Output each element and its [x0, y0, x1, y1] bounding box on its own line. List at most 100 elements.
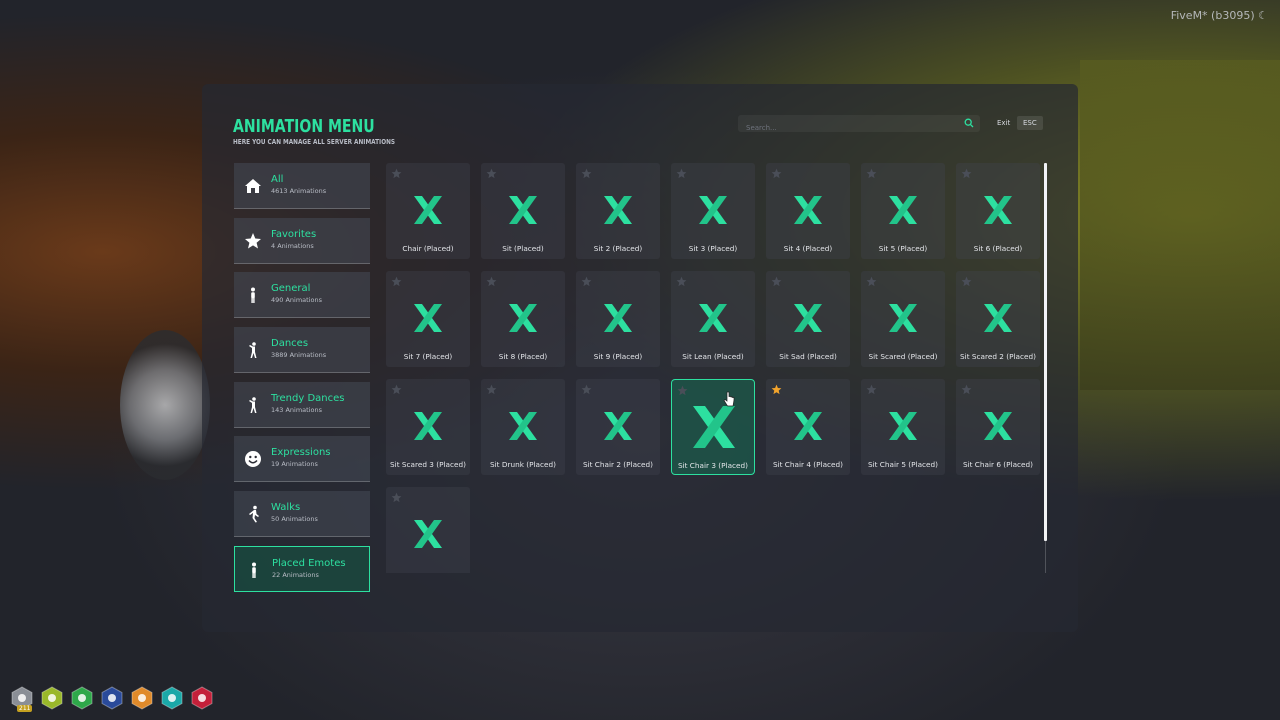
animation-card[interactable]: Sit Sad (Placed)	[766, 271, 850, 367]
placed-emote-x-icon	[509, 412, 537, 440]
animation-card[interactable]: Sit Chair 4 (Placed)	[766, 379, 850, 475]
favorite-star-icon[interactable]	[391, 168, 402, 179]
sidebar-item-count: 3889 Animations	[271, 351, 327, 360]
player-status-hud: 211	[10, 686, 214, 712]
animation-card[interactable]	[386, 487, 470, 573]
animation-card[interactable]: Sit Scared (Placed)	[861, 271, 945, 367]
animation-card[interactable]: Sit Chair 2 (Placed)	[576, 379, 660, 475]
animation-card[interactable]: Sit 3 (Placed)	[671, 163, 755, 259]
favorite-star-icon[interactable]	[391, 492, 402, 503]
favorite-star-icon[interactable]	[866, 168, 877, 179]
home-icon	[244, 177, 262, 195]
favorite-star-icon[interactable]	[961, 168, 972, 179]
animation-card[interactable]: Sit (Placed)	[481, 163, 565, 259]
animation-card[interactable]: Sit Lean (Placed)	[671, 271, 755, 367]
animation-card[interactable]: Sit Scared 3 (Placed)	[386, 379, 470, 475]
favorite-star-icon[interactable]	[866, 384, 877, 395]
client-version-watermark: FiveM* (b3095) ☾	[1170, 9, 1268, 22]
animation-label: Sit Chair 6 (Placed)	[962, 460, 1034, 469]
favorite-star-icon[interactable]	[771, 168, 782, 179]
sidebar-item-label: Trendy Dances	[271, 392, 345, 404]
search-icon[interactable]	[964, 118, 974, 128]
dancer-icon	[244, 341, 262, 359]
placed-emote-x-icon	[794, 196, 822, 224]
animation-card[interactable]: Sit Chair 5 (Placed)	[861, 379, 945, 475]
sidebar-item-trendy-dances[interactable]: Trendy Dances 143 Animations	[234, 381, 370, 428]
favorite-star-icon[interactable]	[961, 384, 972, 395]
category-sidebar: All 4613 Animations Favorites 4 Animations G…	[234, 163, 370, 601]
placed-emote-x-icon	[414, 412, 442, 440]
sidebar-item-label: Walks	[271, 502, 301, 514]
menu-subtitle: HERE YOU CAN MANAGE ALL SERVER ANIMATION…	[233, 138, 396, 146]
sidebar-item-count: 4613 Animations	[271, 187, 327, 195]
scrollbar-track[interactable]	[1045, 541, 1046, 573]
stress-brain-icon	[190, 686, 214, 710]
favorite-star-icon[interactable]	[486, 168, 497, 179]
animation-card[interactable]: Sit 7 (Placed)	[386, 271, 470, 367]
favorite-star-icon[interactable]	[866, 276, 877, 287]
sidebar-item-count: 22 Animations	[272, 570, 319, 579]
animation-card[interactable]: Sit Drunk (Placed)	[481, 379, 565, 475]
animation-card[interactable]: Sit Chair 3 (Placed)	[671, 379, 755, 475]
animation-card[interactable]: Sit 2 (Placed)	[576, 163, 660, 259]
sidebar-item-label: Favorites	[271, 228, 317, 240]
animation-card[interactable]: Sit 4 (Placed)	[766, 163, 850, 259]
thirst-drop-icon	[160, 686, 184, 710]
favorite-star-icon[interactable]	[677, 385, 688, 396]
animation-label: Sit 8 (Placed)	[498, 352, 548, 361]
hunger-icon	[40, 686, 64, 710]
favorite-star-icon[interactable]	[581, 168, 592, 179]
placed-emote-x-icon	[604, 304, 632, 332]
favorite-star-icon[interactable]	[676, 168, 687, 179]
search-input[interactable]	[738, 119, 948, 137]
animation-card[interactable]: Sit Chair 6 (Placed)	[956, 379, 1040, 475]
favorite-star-icon[interactable]	[486, 276, 497, 287]
placed-emote-x-icon	[509, 304, 537, 332]
sidebar-item-dances[interactable]: Dances 3889 Animations	[234, 327, 370, 374]
animation-label: Sit Lean (Placed)	[682, 352, 744, 361]
walking-person-icon	[244, 505, 262, 523]
esc-key-badge[interactable]: ESC	[1017, 116, 1043, 130]
sidebar-item-count: 50 Animations	[271, 515, 318, 524]
favorite-star-icon[interactable]	[961, 276, 972, 287]
animation-label: Sit Scared 3 (Placed)	[390, 460, 466, 469]
favorite-star-icon[interactable]	[581, 276, 592, 287]
sidebar-item-favorites[interactable]: Favorites 4 Animations	[234, 217, 370, 264]
animation-card[interactable]: Sit 9 (Placed)	[576, 271, 660, 367]
person-standing-icon	[245, 561, 263, 579]
animation-label: Sit 5 (Placed)	[878, 244, 928, 253]
animation-label: Sit 6 (Placed)	[973, 244, 1023, 253]
placed-emote-x-icon	[889, 196, 917, 224]
favorite-star-icon[interactable]	[581, 384, 592, 395]
placed-emote-x-icon	[414, 520, 442, 548]
animation-card[interactable]: Sit 5 (Placed)	[861, 163, 945, 259]
sidebar-item-all[interactable]: All 4613 Animations	[234, 163, 370, 209]
sidebar-item-label: General	[271, 283, 311, 295]
animation-card[interactable]: Sit 6 (Placed)	[956, 163, 1040, 259]
sidebar-item-walks[interactable]: Walks 50 Animations	[234, 491, 370, 538]
sidebar-item-expressions[interactable]: Expressions 19 Animations	[234, 436, 370, 483]
favorite-star-icon[interactable]	[771, 384, 782, 395]
favorite-star-icon[interactable]	[391, 276, 402, 287]
exit-button[interactable]: Exit	[992, 116, 1015, 130]
placed-emote-x-icon	[794, 412, 822, 440]
sidebar-item-count: 143 Animations	[271, 405, 322, 414]
moon-icon: ☾	[1258, 9, 1268, 22]
scrollbar-thumb[interactable]	[1044, 163, 1047, 541]
animation-card[interactable]: Chair (Placed)	[386, 163, 470, 259]
sidebar-item-placed-emotes[interactable]: Placed Emotes 22 Animations	[234, 545, 370, 592]
sidebar-item-general[interactable]: General 490 Animations	[234, 272, 370, 319]
favorite-star-icon[interactable]	[676, 276, 687, 287]
favorite-star-icon[interactable]	[391, 384, 402, 395]
animation-label: Sit Drunk (Placed)	[490, 460, 556, 469]
search-box[interactable]	[738, 115, 980, 137]
placed-emote-x-icon	[414, 196, 442, 224]
animation-label: Sit Scared (Placed)	[868, 352, 938, 361]
favorite-star-icon[interactable]	[771, 276, 782, 287]
favorite-star-icon[interactable]	[486, 384, 497, 395]
animation-label: Sit Chair 3 (Placed)	[677, 461, 749, 470]
animation-card[interactable]: Sit Scared 2 (Placed)	[956, 271, 1040, 367]
food-icon	[130, 686, 154, 710]
animation-card[interactable]: Sit 8 (Placed)	[481, 271, 565, 367]
placed-emote-x-icon	[984, 412, 1012, 440]
